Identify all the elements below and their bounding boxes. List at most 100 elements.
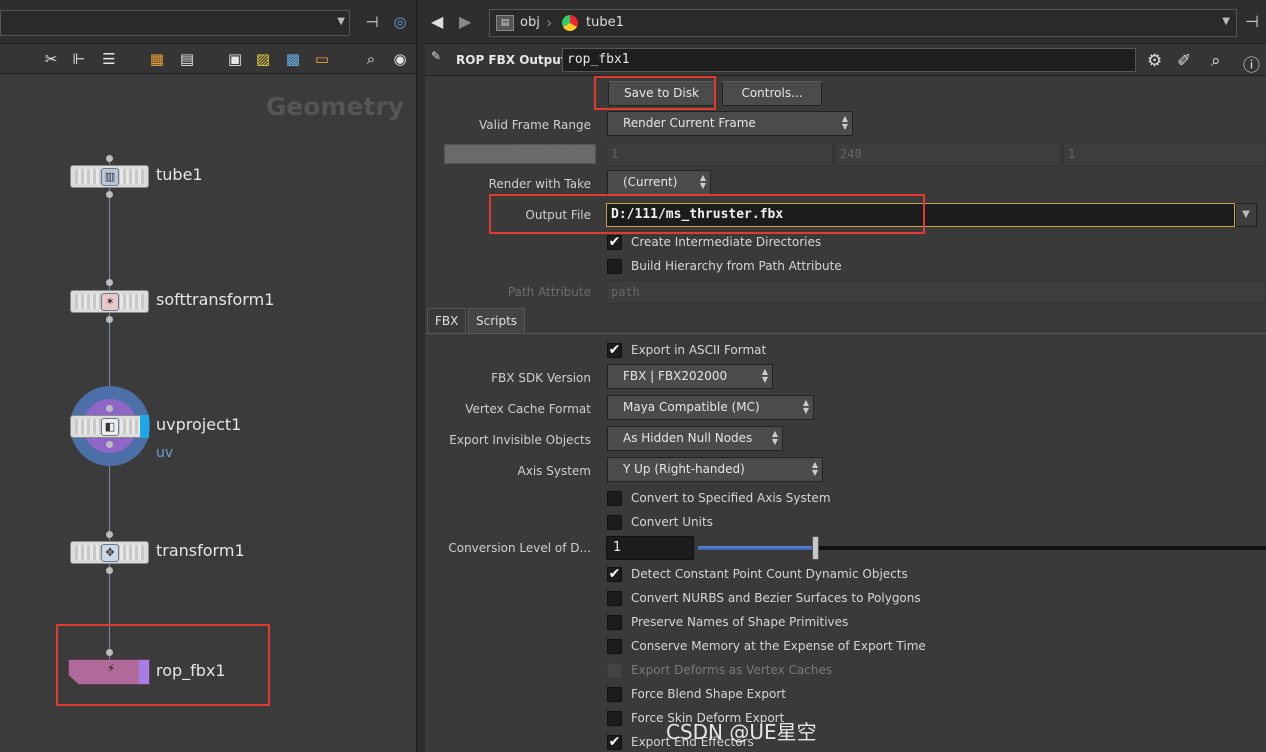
node-softtransform1[interactable]: ✶: [70, 290, 149, 313]
chevron-right-icon: ›: [546, 13, 553, 32]
list-view-icon[interactable]: ☰: [98, 48, 120, 70]
pane-splitter[interactable]: [416, 0, 425, 752]
fbx-option-checkbox[interactable]: [607, 591, 622, 606]
conversion-level-field[interactable]: 1: [606, 536, 694, 560]
convert-axis-checkbox[interactable]: [607, 491, 622, 506]
grid-icon[interactable]: ▦: [146, 48, 168, 70]
chevron-down-icon[interactable]: ▼: [337, 16, 345, 27]
operator-type: ROP FBX Output: [456, 53, 567, 67]
fbx-rop-icon: ✎: [431, 49, 442, 63]
node-tube1[interactable]: ▥: [70, 165, 149, 188]
menu-value: Maya Compatible (MC): [623, 400, 760, 414]
node-input-port[interactable]: [106, 531, 113, 538]
start-frame-field[interactable]: 1: [606, 142, 833, 166]
node-label: softtransform1: [156, 290, 275, 309]
node-input-port[interactable]: [106, 279, 113, 286]
highlight-box: [56, 624, 270, 706]
fbx-option-checkbox[interactable]: ✔: [607, 735, 622, 750]
checkbox-label: Detect Constant Point Count Dynamic Obje…: [631, 567, 908, 581]
layout-icon[interactable]: ▤: [176, 48, 198, 70]
back-arrow-icon[interactable]: ◀: [431, 12, 443, 31]
breadcrumb-obj[interactable]: obj: [520, 15, 540, 30]
node-uvproject1[interactable]: ◧: [70, 415, 149, 438]
node-input-port[interactable]: [106, 405, 113, 412]
path-attribute-field[interactable]: path: [606, 280, 1266, 304]
increment-field[interactable]: 1: [1063, 142, 1266, 166]
fbx-option-checkbox[interactable]: [607, 711, 622, 726]
checkbox-label: Conserve Memory at the Expense of Export…: [631, 639, 926, 653]
conversion-level-slider-handle[interactable]: [812, 536, 819, 560]
node-sublabel: uv: [156, 445, 174, 461]
checkbox-label: Build Hierarchy from Path Attribute: [631, 259, 842, 273]
controls-button[interactable]: Controls...: [722, 81, 822, 106]
gear-icon[interactable]: ⚙: [1147, 51, 1162, 71]
param-label: Export Invisible Objects: [449, 433, 591, 447]
fbx-option-checkbox[interactable]: [607, 687, 622, 702]
network-editor-pane: ▼ ⊣ ◎ ✂ ⊩ ☰ ▦ ▤ ▣ ▨ ▩ ▭ ⌕ ◉ Geometry ▥ t…: [0, 0, 416, 752]
chevron-down-icon[interactable]: ▼: [1222, 16, 1230, 27]
help-search-icon[interactable]: ⌕: [1211, 51, 1221, 71]
fbx-option-checkbox[interactable]: [607, 639, 622, 654]
brush-icon[interactable]: ✐: [1177, 51, 1191, 71]
info-icon[interactable]: ⓘ: [1243, 51, 1260, 76]
display-flag[interactable]: [140, 415, 149, 438]
soft-transform-icon: ✶: [101, 293, 119, 311]
spinner-arrows-icon: ▲ ▼: [811, 460, 818, 477]
convert-units-checkbox[interactable]: [607, 515, 622, 530]
node-input-port[interactable]: [106, 155, 113, 162]
export-ascii-checkbox[interactable]: ✔: [607, 343, 622, 358]
spinner-arrows-icon: ▲ ▼: [761, 367, 768, 384]
end-frame-field[interactable]: 240: [835, 142, 1061, 166]
tab-fbx[interactable]: FBX: [427, 308, 467, 334]
breadcrumb-node[interactable]: tube1: [586, 15, 624, 30]
spinner-arrows-icon: ▲ ▼: [841, 114, 848, 131]
fbx-option-checkbox[interactable]: [607, 615, 622, 630]
pin-icon[interactable]: ⊣: [362, 12, 382, 32]
valid-frame-range-menu[interactable]: Render Current Frame ▲ ▼: [607, 111, 853, 136]
vertex-cache-format-menu[interactable]: Maya Compatible (MC) ▲ ▼: [607, 395, 814, 420]
chevron-down-icon[interactable]: ▼: [1235, 203, 1257, 227]
checkbox-label: Create Intermediate Directories: [631, 235, 822, 249]
tools-icon[interactable]: ✂: [40, 48, 62, 70]
spinner-arrows-icon: ▲ ▼: [771, 429, 778, 446]
uv-project-icon: ◧: [101, 418, 119, 436]
sticky-note-icon[interactable]: ▨: [252, 48, 274, 70]
tree-view-icon[interactable]: ⊩: [68, 48, 90, 70]
node-label: transform1: [156, 541, 245, 560]
menu-value: Y Up (Right-handed): [623, 462, 745, 476]
node-label: uvproject1: [156, 415, 242, 434]
watermark: CSDN @UE星空: [666, 720, 817, 744]
operator-name-field[interactable]: rop_fbx1: [562, 48, 1136, 72]
param-label: Render with Take: [488, 177, 591, 191]
breadcrumb: ▤ obj › tube1 ▼: [489, 9, 1237, 37]
build-hierarchy-checkbox[interactable]: [607, 259, 622, 274]
checkbox-label: Force Blend Shape Export: [631, 687, 786, 701]
param-label: Start/End/Inc: [513, 147, 591, 161]
param-label: Path Attribute: [507, 285, 591, 299]
export-invisible-menu[interactable]: As Hidden Null Nodes ▲ ▼: [607, 426, 783, 451]
conversion-level-slider-fill: [698, 546, 816, 550]
param-label: Valid Frame Range: [479, 118, 591, 132]
pin-icon[interactable]: ⊣: [1245, 12, 1259, 31]
render-with-take-menu[interactable]: (Current) ▲ ▼: [607, 170, 711, 195]
node-output-port[interactable]: [106, 316, 113, 323]
network-box-icon[interactable]: ▣: [224, 48, 246, 70]
node-output-port[interactable]: [106, 191, 113, 198]
forward-arrow-icon[interactable]: ▶: [459, 12, 471, 31]
image-icon[interactable]: ▩: [282, 48, 304, 70]
node-output-port[interactable]: [106, 567, 113, 574]
link-icon[interactable]: ◎: [390, 12, 410, 32]
fbx-option-checkbox[interactable]: ✔: [607, 567, 622, 582]
menu-value: FBX | FBX202000: [623, 369, 728, 383]
node-output-port[interactable]: [106, 441, 113, 448]
node-transform1[interactable]: ✥: [70, 541, 149, 564]
tab-scripts[interactable]: Scripts: [468, 308, 526, 334]
highlight-box: [594, 76, 716, 110]
create-dirs-checkbox[interactable]: ✔: [607, 235, 622, 250]
search-icon[interactable]: ⌕: [360, 48, 382, 70]
axis-system-menu[interactable]: Y Up (Right-handed) ▲ ▼: [607, 457, 823, 482]
eye-icon[interactable]: ◉: [389, 48, 411, 70]
fbx-sdk-version-menu[interactable]: FBX | FBX202000 ▲ ▼: [607, 364, 773, 389]
network-path-field[interactable]: ▼: [0, 10, 350, 36]
package-icon[interactable]: ▭: [311, 48, 333, 70]
